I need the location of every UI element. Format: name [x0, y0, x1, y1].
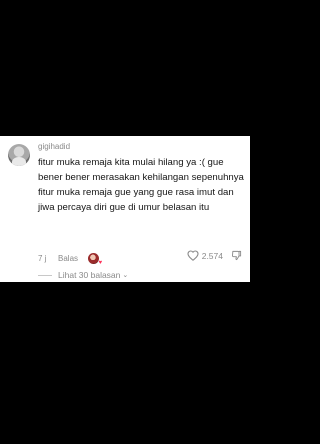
view-replies-button[interactable]: Lihat 30 balasan ⌄ — [38, 270, 128, 280]
heart-outline-icon[interactable] — [187, 250, 199, 261]
comment-username[interactable]: gigihadid — [38, 142, 70, 151]
creator-heart-icon: ♥ — [98, 259, 103, 266]
comment-card: gigihadid fitur muka remaja kita mulai h… — [0, 136, 250, 282]
comment-meta: 7 j Balas ♥ — [38, 251, 103, 266]
comment-time: 7 j — [38, 253, 47, 263]
view-replies-label: Lihat 30 balasan — [58, 270, 121, 280]
replies-divider — [38, 274, 52, 276]
reply-button[interactable]: Balas — [58, 254, 78, 263]
creator-liked-avatar: ♥ — [88, 252, 103, 266]
like-section: 2.574 — [187, 250, 242, 261]
user-avatar[interactable] — [8, 144, 30, 166]
comment-text: fitur muka remaja kita mulai hilang ya :… — [38, 157, 244, 213]
video-screen: gigihadid fitur muka remaja kita mulai h… — [0, 0, 250, 444]
like-count: 2.574 — [201, 250, 223, 261]
thumbs-down-icon[interactable] — [231, 250, 242, 261]
chevron-down-icon: ⌄ — [122, 272, 129, 279]
